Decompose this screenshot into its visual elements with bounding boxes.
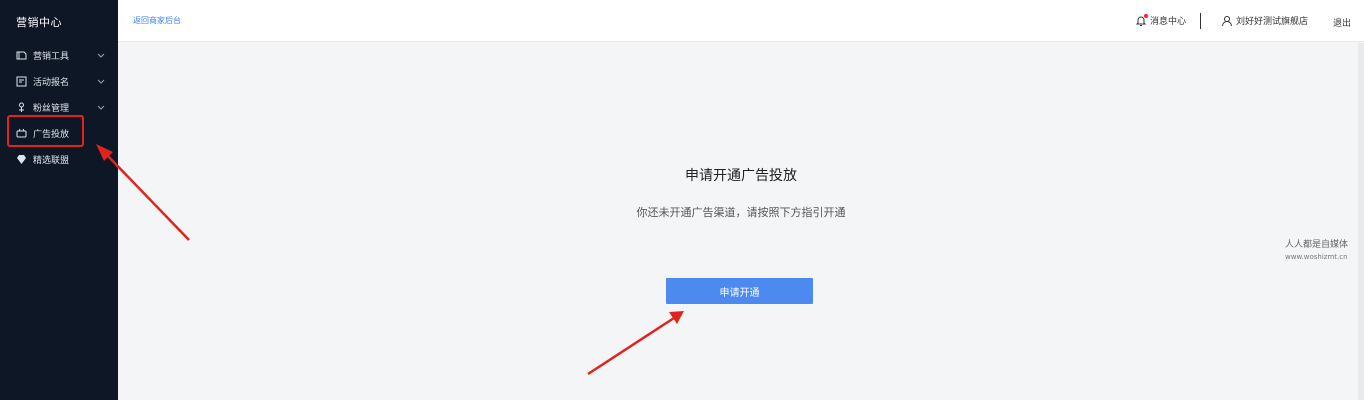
diamond-icon bbox=[16, 154, 27, 165]
main-content: 申请开通广告投放 你还未开通广告渠道，请按照下方指引开通 申请开通 bbox=[118, 43, 1364, 400]
notification-dot bbox=[1144, 13, 1148, 18]
apply-open-button[interactable]: 申请开通 bbox=[666, 278, 813, 304]
message-center-label: 消息中心 bbox=[1150, 17, 1187, 27]
chevron-down-icon bbox=[97, 103, 105, 111]
bell-icon bbox=[1135, 13, 1148, 27]
header-divider bbox=[1200, 13, 1201, 29]
logout-button[interactable]: 退出 bbox=[1333, 16, 1351, 29]
user-name: 刘好好测试旗舰店 bbox=[1236, 17, 1309, 27]
fan-icon bbox=[16, 102, 27, 113]
chevron-down-icon bbox=[97, 77, 105, 85]
sidebar-item-activity-signup[interactable]: 活动报名 bbox=[0, 70, 118, 92]
chevron-down-icon bbox=[97, 51, 105, 59]
user-menu[interactable]: 刘好好测试旗舰店 bbox=[1221, 14, 1308, 27]
sidebar-item-label: 粉丝管理 bbox=[33, 103, 70, 114]
calendar-icon bbox=[16, 76, 27, 87]
sidebar-item-marketing-tools[interactable]: 营销工具 bbox=[0, 44, 118, 66]
scrollbar-track[interactable] bbox=[1358, 43, 1364, 400]
watermark-line1: 人人都是自媒体 bbox=[1285, 240, 1349, 250]
back-to-merchant-link[interactable]: 返回商家后台 bbox=[133, 15, 181, 26]
sidebar-item-label: 活动报名 bbox=[33, 77, 70, 88]
annotation-highlight-box bbox=[7, 115, 84, 147]
sidebar-item-label: 精选联盟 bbox=[33, 155, 70, 166]
sidebar-item-selected-alliance[interactable]: 精选联盟 bbox=[0, 148, 118, 170]
sidebar-brand: 营销中心 bbox=[16, 16, 62, 29]
user-icon bbox=[1221, 15, 1233, 27]
watermark: 人人都是自媒体 www.woshizmt.cn bbox=[1285, 239, 1348, 263]
page-subtitle: 你还未开通广告渠道，请按照下方指引开通 bbox=[636, 206, 846, 219]
header: 返回商家后台 消息中心 刘好好测试旗舰店 退出 bbox=[118, 0, 1364, 42]
watermark-line2: www.woshizmt.cn bbox=[1285, 253, 1348, 261]
page-title: 申请开通广告投放 bbox=[685, 168, 797, 184]
ticket-icon bbox=[16, 50, 27, 61]
message-center-button[interactable]: 消息中心 bbox=[1135, 13, 1187, 27]
sidebar-item-label: 营销工具 bbox=[33, 51, 70, 62]
sidebar: 营销中心 营销工具 活动报名 粉丝管理 广告投放 精选联盟 bbox=[0, 0, 118, 400]
